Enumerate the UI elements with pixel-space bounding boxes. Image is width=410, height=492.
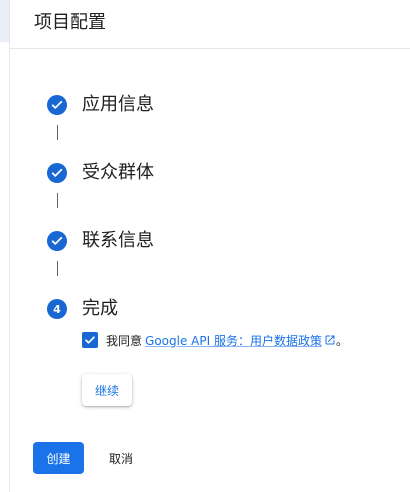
agreement-suffix: 。 xyxy=(335,333,348,348)
step-connector xyxy=(57,125,58,140)
step-connector xyxy=(57,261,58,276)
agreement-prefix: 我同意 xyxy=(106,333,143,348)
policy-link[interactable]: Google API 服务：用户数据政策 xyxy=(145,332,322,349)
continue-button[interactable]: 继续 xyxy=(82,374,132,406)
panel-header: 项目配置 xyxy=(10,0,410,49)
step-finish[interactable]: 4 完成 xyxy=(47,297,118,321)
step-app-info[interactable]: 应用信息 xyxy=(47,93,154,117)
sidebar-selected-fill xyxy=(0,0,9,42)
sidebar-divider xyxy=(9,0,10,492)
page-title: 项目配置 xyxy=(34,12,106,33)
step-connector xyxy=(57,193,58,208)
step-label: 应用信息 xyxy=(82,94,154,115)
agreement-checkbox[interactable] xyxy=(82,332,98,348)
step-label: 受众群体 xyxy=(82,162,154,183)
step-contact-info[interactable]: 联系信息 xyxy=(47,229,154,253)
step-number: 4 xyxy=(53,302,61,316)
check-icon xyxy=(47,163,67,183)
checkmark-icon xyxy=(85,336,95,344)
create-button[interactable]: 创建 xyxy=(33,442,84,474)
step-label: 完成 xyxy=(82,298,118,319)
cancel-button[interactable]: 取消 xyxy=(100,442,142,474)
step-number-badge: 4 xyxy=(47,299,67,319)
step-label: 联系信息 xyxy=(82,230,154,251)
check-icon xyxy=(47,231,67,251)
check-icon xyxy=(47,95,67,115)
step-audience[interactable]: 受众群体 xyxy=(47,161,154,185)
open-in-new-icon[interactable] xyxy=(324,334,336,346)
agreement-row: 我同意 Google API 服务：用户数据政策 。 xyxy=(82,330,348,350)
